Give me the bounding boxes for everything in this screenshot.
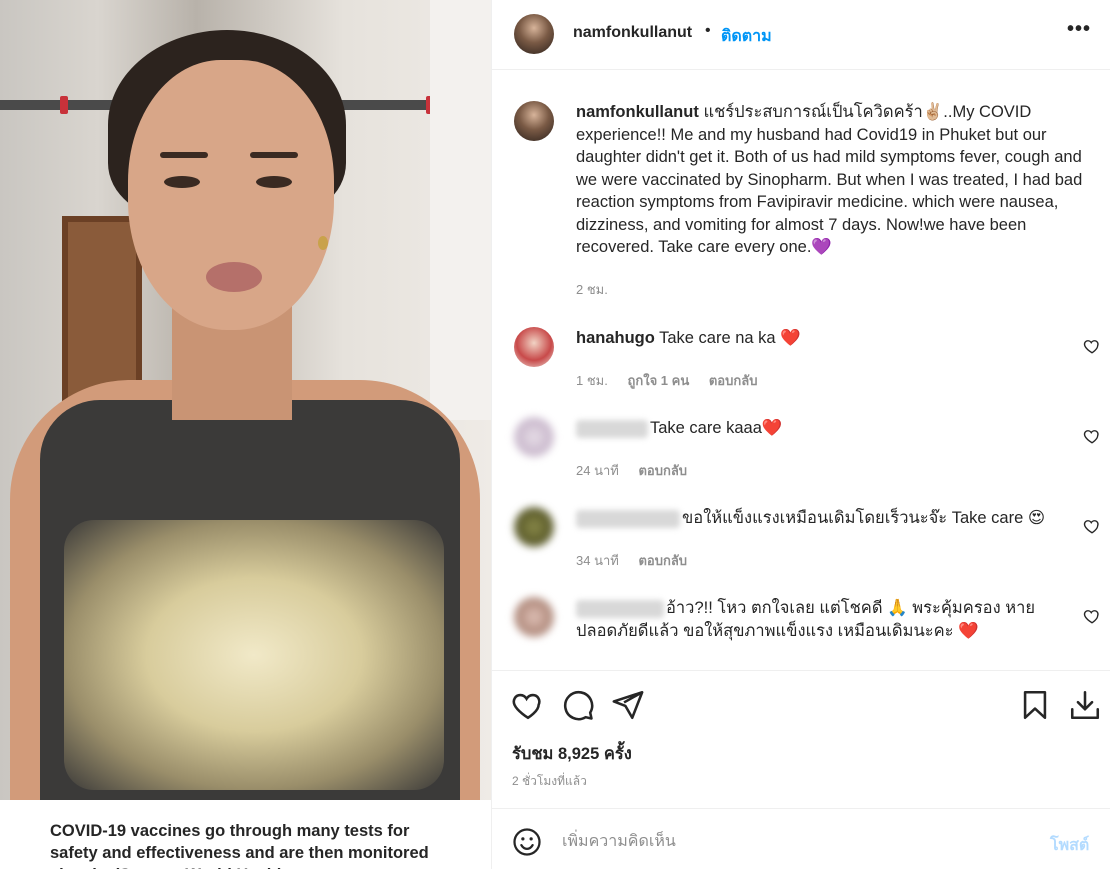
wall-panel xyxy=(430,0,491,420)
avatar[interactable] xyxy=(514,327,554,367)
mouth xyxy=(206,262,262,292)
heart-icon[interactable] xyxy=(1083,517,1101,535)
comment-time: 24 นาที xyxy=(576,463,619,478)
follow-button[interactable]: ติดตาม xyxy=(721,24,772,49)
comment-item: hanahugo Take care na ka ❤️ 1 ชม. ถูกใจ … xyxy=(514,327,1099,397)
comment-username[interactable]: hanahugo xyxy=(576,329,655,347)
earring xyxy=(318,236,328,250)
pullup-bar-cap xyxy=(60,96,68,114)
bookmark-icon[interactable] xyxy=(1018,688,1052,722)
comment-username-redacted[interactable] xyxy=(576,419,648,438)
comment-text: hanahugo Take care na ka ❤️ xyxy=(576,327,1056,350)
comment-meta: 1 ชม. ถูกใจ 1 คน ตอบกลับ xyxy=(576,370,773,391)
shirt-print xyxy=(64,520,444,790)
avatar[interactable] xyxy=(514,507,554,547)
caption-body: แชร์ประสบการณ์เป็นโควิดคร้า✌🏼..My COVID … xyxy=(576,103,1083,256)
more-options-icon[interactable]: ••• xyxy=(1067,18,1091,41)
heart-icon[interactable] xyxy=(511,688,545,722)
comment-username-redacted[interactable] xyxy=(576,509,680,528)
comment-likes[interactable]: ถูกใจ 1 คน xyxy=(627,373,689,388)
separator-dot: • xyxy=(705,22,711,39)
comment-time: 34 นาที xyxy=(576,553,619,568)
info-banner[interactable]: COVID-19 vaccines go through many tests … xyxy=(0,800,491,869)
post-header: namfonkullanut • ติดตาม ••• xyxy=(492,0,1110,70)
heart-icon[interactable] xyxy=(1083,607,1101,625)
author-username[interactable]: namfonkullanut xyxy=(573,24,692,42)
comment-body: Take care kaaa❤️ xyxy=(650,419,783,437)
comment-body: Take care na ka ❤️ xyxy=(659,329,801,347)
comment-item: อ้าว?!! โหว ตกใจเลย แต่โชคดี 🙏 พระคุ้มคร… xyxy=(514,597,1099,669)
post-timestamp[interactable]: 2 ชั่วโมงที่แล้ว xyxy=(512,772,587,791)
comment-meta: 24 นาที ตอบกลับ xyxy=(576,460,703,481)
eye xyxy=(164,176,200,188)
caption-text: namfonkullanut แชร์ประสบการณ์เป็นโควิดคร… xyxy=(576,101,1096,259)
smiley-icon[interactable] xyxy=(512,827,542,857)
heart-icon[interactable] xyxy=(1083,427,1101,445)
comment-text: ขอให้แข็งแรงเหมือนเดิมโดยเร็วนะจ๊ะ Take … xyxy=(576,507,1056,530)
reply-button[interactable]: ตอบกลับ xyxy=(709,373,758,388)
reply-button[interactable]: ตอบกลับ xyxy=(638,553,687,568)
avatar[interactable] xyxy=(514,14,554,54)
post-comment-button[interactable]: โพสต์ xyxy=(1050,833,1089,858)
add-comment-bar: โพสต์ xyxy=(492,808,1110,869)
info-banner-text: COVID-19 vaccines go through many tests … xyxy=(50,822,429,869)
comment-username-redacted[interactable] xyxy=(576,599,664,618)
comment-text: อ้าว?!! โหว ตกใจเลย แต่โชคดี 🙏 พระคุ้มคร… xyxy=(576,597,1046,642)
comment-body: ขอให้แข็งแรงเหมือนเดิมโดยเร็วนะจ๊ะ Take … xyxy=(682,509,1046,527)
avatar[interactable] xyxy=(514,417,554,457)
view-count[interactable]: รับชม 8,925 ครั้ง xyxy=(512,741,632,767)
caption-time: 2 ชม. xyxy=(576,282,608,297)
comment-input[interactable] xyxy=(562,827,1032,857)
eye xyxy=(256,176,292,188)
eyebrow xyxy=(160,152,208,158)
avatar[interactable] xyxy=(514,101,554,141)
comment-icon[interactable] xyxy=(561,688,595,722)
comment-text: Take care kaaa❤️ xyxy=(576,417,1056,440)
caption-username[interactable]: namfonkullanut xyxy=(576,103,699,121)
reply-button[interactable]: ตอบกลับ xyxy=(638,463,687,478)
avatar[interactable] xyxy=(514,597,554,637)
post-sidebar: namfonkullanut • ติดตาม ••• namfonkullan… xyxy=(491,0,1110,869)
comment-meta: 34 นาที ตอบกลับ xyxy=(576,550,703,571)
download-icon[interactable] xyxy=(1068,688,1102,722)
paper-plane-icon[interactable] xyxy=(611,688,645,722)
post-media[interactable]: COVID-19 vaccines go through many tests … xyxy=(0,0,491,869)
comment-item: Take care kaaa❤️ 24 นาที ตอบกลับ xyxy=(514,417,1099,487)
comments-list[interactable]: namfonkullanut แชร์ประสบการณ์เป็นโควิดคร… xyxy=(492,71,1110,669)
comment-item: ขอให้แข็งแรงเหมือนเดิมโดยเร็วนะจ๊ะ Take … xyxy=(514,507,1099,577)
eyebrow xyxy=(250,152,298,158)
comment-time: 1 ชม. xyxy=(576,373,608,388)
heart-icon[interactable] xyxy=(1083,337,1101,355)
